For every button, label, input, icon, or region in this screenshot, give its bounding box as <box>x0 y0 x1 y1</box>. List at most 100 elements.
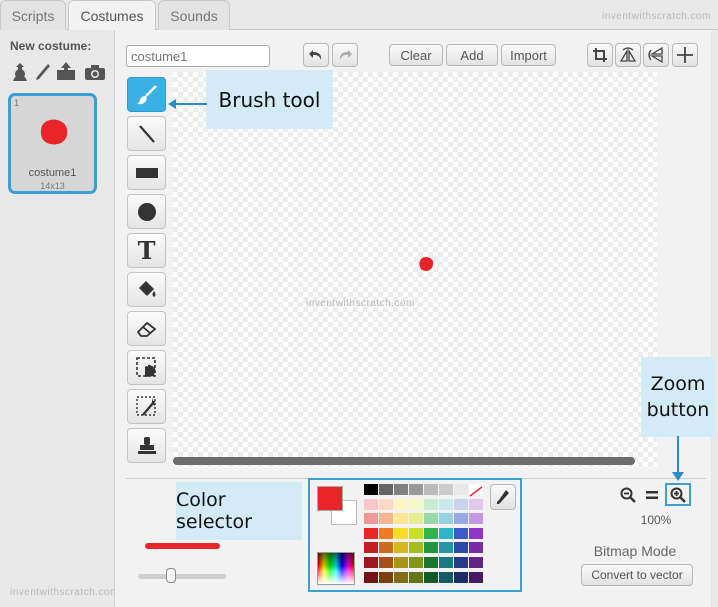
palette-swatch[interactable] <box>394 513 408 525</box>
costume-thumbnail[interactable]: 1 costume1 14x13 <box>8 93 97 194</box>
palette-swatch[interactable] <box>409 571 423 583</box>
text-tool[interactable]: T <box>127 233 166 268</box>
palette-swatch[interactable] <box>454 527 468 539</box>
zoom-in-button[interactable] <box>665 483 691 506</box>
palette-swatch[interactable] <box>364 513 378 525</box>
fill-tool[interactable] <box>127 272 166 307</box>
palette-swatch[interactable] <box>379 498 393 510</box>
zoom-callout-arrow <box>671 436 685 482</box>
flip-vertical-button[interactable] <box>643 43 669 67</box>
brush-size-slider-handle[interactable] <box>166 568 176 583</box>
palette-swatch[interactable] <box>409 527 423 539</box>
import-button[interactable]: Import <box>501 44 556 66</box>
palette-swatch[interactable] <box>424 513 438 525</box>
palette-swatch[interactable] <box>469 513 483 525</box>
palette-swatch[interactable] <box>454 557 468 568</box>
palette-swatch[interactable] <box>394 527 408 539</box>
palette-swatch[interactable] <box>469 542 483 554</box>
palette-swatch[interactable] <box>424 527 438 539</box>
palette-swatch[interactable] <box>439 484 453 495</box>
crop-button[interactable] <box>587 43 613 67</box>
horizontal-scrollbar[interactable] <box>173 457 635 465</box>
ellipse-tool[interactable] <box>127 194 166 229</box>
palette-swatch[interactable] <box>424 498 438 510</box>
brush-size-slider-track[interactable] <box>138 574 226 579</box>
tab-scripts[interactable]: Scripts <box>0 0 66 30</box>
brush-tool[interactable] <box>127 77 166 112</box>
palette-swatch[interactable] <box>409 542 423 554</box>
zoom-level: 100% <box>640 513 672 527</box>
watermark-canvas: inventwithscratch.com <box>306 298 415 309</box>
palette-swatch[interactable] <box>454 571 468 583</box>
palette-swatch[interactable] <box>394 571 408 583</box>
zoom-button-callout: Zoom button <box>641 357 715 437</box>
zoom-reset-button[interactable] <box>644 488 660 502</box>
camera-icon[interactable] <box>84 64 106 81</box>
rectangle-tool[interactable] <box>127 155 166 190</box>
upload-icon[interactable] <box>55 61 77 82</box>
stamp-tool[interactable] <box>127 428 166 463</box>
palette-swatch[interactable] <box>439 557 453 568</box>
palette-swatch[interactable] <box>394 542 408 554</box>
remove-background-tool[interactable] <box>127 389 166 424</box>
palette-swatch[interactable] <box>454 542 468 554</box>
palette-swatch[interactable] <box>364 498 378 510</box>
tab-costumes[interactable]: Costumes <box>68 0 156 31</box>
palette-swatch[interactable] <box>379 484 393 495</box>
palette-swatch[interactable] <box>364 542 378 554</box>
convert-to-vector-button[interactable]: Convert to vector <box>581 564 693 586</box>
paint-new-icon[interactable] <box>34 62 52 82</box>
undo-button[interactable] <box>303 43 329 67</box>
palette-swatch[interactable] <box>454 484 468 495</box>
palette-swatch[interactable] <box>394 557 408 568</box>
drawing-canvas[interactable]: inventwithscratch.com <box>173 72 657 468</box>
palette-swatch[interactable] <box>364 557 378 568</box>
palette-swatch[interactable] <box>439 527 453 539</box>
palette-swatch[interactable] <box>379 513 393 525</box>
palette-swatch[interactable] <box>409 484 423 495</box>
tab-sounds[interactable]: Sounds <box>158 0 230 30</box>
palette-swatch[interactable] <box>394 498 408 510</box>
select-tool[interactable] <box>127 350 166 385</box>
palette-swatch[interactable] <box>424 484 438 495</box>
palette-swatch[interactable] <box>439 571 453 583</box>
palette-swatch[interactable] <box>469 557 483 568</box>
palette-swatch[interactable] <box>379 527 393 539</box>
palette-swatch[interactable] <box>409 513 423 525</box>
flip-horizontal-button[interactable] <box>615 43 641 67</box>
eyedropper-button[interactable] <box>490 484 516 510</box>
palette-swatch[interactable] <box>469 498 483 510</box>
palette-swatch[interactable] <box>409 557 423 568</box>
eraser-tool[interactable] <box>127 311 166 346</box>
choose-from-library-icon[interactable] <box>9 62 31 82</box>
costume-name-input[interactable] <box>126 45 270 67</box>
palette-swatch[interactable] <box>364 484 378 495</box>
palette-swatch[interactable] <box>469 527 483 539</box>
set-costume-center-button[interactable] <box>672 43 698 67</box>
palette-swatch[interactable] <box>469 571 483 583</box>
palette-swatch[interactable] <box>379 542 393 554</box>
palette-swatch[interactable] <box>379 571 393 583</box>
primary-color-swatch[interactable] <box>317 486 343 511</box>
clear-button[interactable]: Clear <box>389 44 443 66</box>
palette-swatch[interactable] <box>409 498 423 510</box>
palette-swatch[interactable] <box>424 557 438 568</box>
line-icon <box>138 124 155 143</box>
transparent-swatch[interactable] <box>469 484 483 497</box>
color-picker-spectrum[interactable] <box>317 552 355 585</box>
add-button[interactable]: Add <box>446 44 498 66</box>
palette-swatch[interactable] <box>364 571 378 583</box>
palette-swatch[interactable] <box>379 557 393 568</box>
palette-swatch[interactable] <box>454 498 468 510</box>
palette-swatch[interactable] <box>439 513 453 525</box>
palette-swatch[interactable] <box>424 542 438 554</box>
palette-swatch[interactable] <box>364 527 378 539</box>
redo-button[interactable] <box>332 43 358 67</box>
palette-swatch[interactable] <box>439 542 453 554</box>
line-tool[interactable] <box>127 116 166 151</box>
palette-swatch[interactable] <box>439 498 453 510</box>
zoom-out-button[interactable] <box>617 485 639 505</box>
palette-swatch[interactable] <box>454 513 468 525</box>
palette-swatch[interactable] <box>394 484 408 495</box>
palette-swatch[interactable] <box>424 571 438 583</box>
